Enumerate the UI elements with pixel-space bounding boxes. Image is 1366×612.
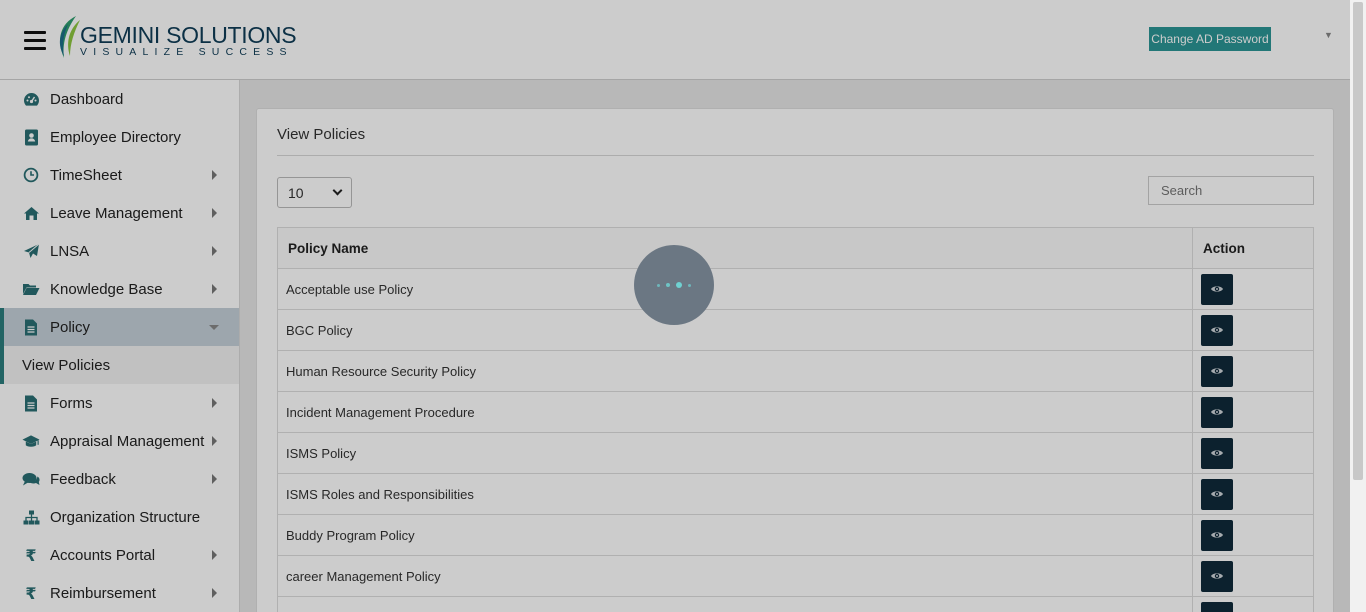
- loading-dots-icon: [634, 245, 714, 325]
- scrollbar-thumb[interactable]: [1353, 2, 1363, 480]
- vertical-scrollbar[interactable]: [1350, 0, 1366, 612]
